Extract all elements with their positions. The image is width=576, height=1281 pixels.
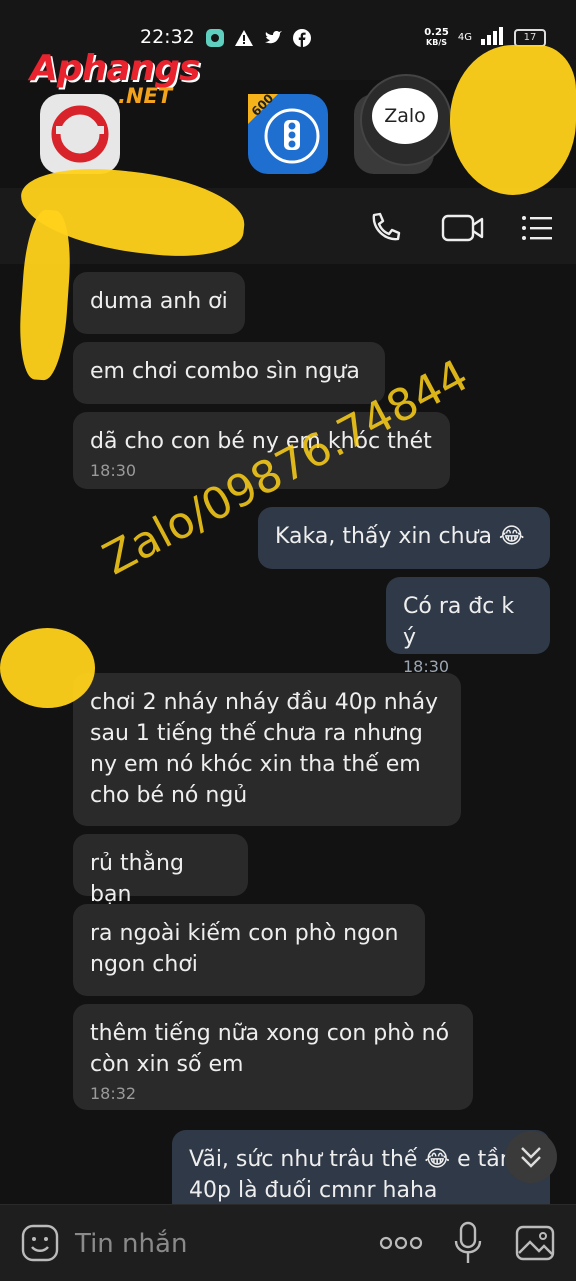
zalo-app-icon: Zalo [354, 74, 452, 174]
video-call-button[interactable] [440, 208, 486, 248]
zalo-label: Zalo [384, 105, 426, 127]
message-input[interactable]: Tin nhắn [75, 1229, 187, 1259]
signal-icon [481, 27, 505, 48]
traffic-light-app-icon: 600 [248, 91, 328, 174]
message-text: duma anh ơi [90, 289, 228, 314]
message-time: 18:32 [90, 1084, 137, 1103]
twitter-icon [263, 28, 283, 52]
logo-main: Aphangs [30, 48, 200, 89]
message-composer: Tin nhắn [0, 1204, 576, 1281]
message-text: em chơi combo sìn ngựa [90, 359, 360, 384]
sticker-emoji-icon [21, 1224, 59, 1262]
warning-icon [234, 28, 254, 52]
list-menu-icon [522, 216, 552, 240]
message-list[interactable]: duma anh ơi em chơi combo sìn ngựa dã ch… [0, 264, 576, 1220]
image-icon [515, 1225, 555, 1261]
net-speed: 0.25 KB/S [424, 26, 449, 48]
message-bubble-incoming[interactable]: ra ngoài kiếm con phò ngon ngon chơi [73, 904, 425, 996]
battery-level: 17 [523, 31, 537, 43]
message-bubble-incoming[interactable]: thêm tiếng nữa xong con phò nó còn xin s… [73, 1004, 473, 1110]
battery-icon: 17 [514, 28, 546, 47]
network-type: 4G [457, 32, 472, 43]
menu-button[interactable] [518, 208, 558, 248]
more-options-button[interactable] [378, 1229, 424, 1257]
message-text: ra ngoài kiếm con phò ngon ngon chơi [90, 921, 399, 977]
double-chevron-down-icon [521, 1147, 541, 1168]
image-picker-button[interactable] [514, 1223, 556, 1263]
facebook-icon [292, 28, 312, 52]
message-bubble-incoming[interactable]: duma anh ơi [73, 272, 245, 334]
notification-icons [205, 28, 312, 52]
net-speed-value: 0.25 [424, 26, 449, 38]
app-notification-icon [205, 28, 225, 52]
status-time: 22:32 [140, 26, 195, 48]
privacy-scribble-top-right [450, 45, 576, 195]
phone-icon [372, 212, 401, 241]
microphone-icon [454, 1221, 482, 1263]
more-dots-icon [379, 1236, 423, 1250]
voice-record-button[interactable] [452, 1221, 484, 1265]
scroll-to-bottom-button[interactable] [505, 1131, 557, 1183]
message-bubble-incoming[interactable]: em chơi combo sìn ngựa [73, 342, 385, 404]
red-circle-app-icon [40, 94, 120, 174]
message-text: thêm tiếng nữa xong con phò nó còn xin s… [90, 1021, 450, 1077]
message-bubble-incoming[interactable]: chơi 2 nháy nháy đầu 40p nháy sau 1 tiến… [73, 673, 461, 826]
message-text: Có ra đc k ý [403, 594, 515, 650]
message-text: rủ thằng bạn [90, 851, 184, 907]
net-speed-unit: KB/S [426, 37, 448, 47]
message-text: Vãi, sức như trâu thế 😂 e tầm 40p là đuố… [189, 1147, 522, 1203]
site-logo-watermark: Aphangs .NET [30, 48, 200, 108]
message-text: Kaka, thấy xin chưa 😂 [275, 524, 525, 549]
privacy-scribble-mid-left [0, 628, 95, 708]
message-bubble-outgoing[interactable]: Kaka, thấy xin chưa 😂 [258, 507, 550, 569]
message-bubble-outgoing[interactable]: Có ra đc k ý 18:30 [386, 577, 550, 676]
message-bubble-incoming[interactable]: rủ thằng bạn [73, 834, 248, 907]
video-camera-icon [441, 214, 484, 242]
message-text: chơi 2 nháy nháy đầu 40p nháy sau 1 tiến… [90, 690, 439, 808]
zalo-bubble: Zalo [360, 74, 452, 166]
emoji-button[interactable] [20, 1223, 60, 1263]
call-button[interactable] [365, 208, 405, 248]
zalo-logo-bubble: Zalo [372, 88, 438, 144]
